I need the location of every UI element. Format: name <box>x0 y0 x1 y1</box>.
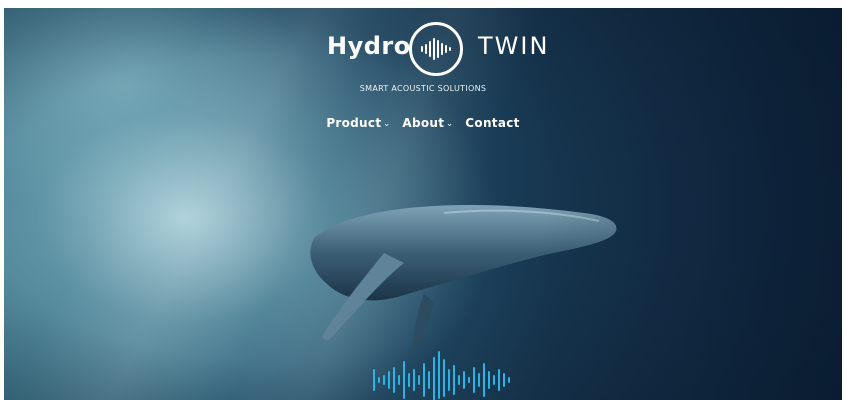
logo-text-hydro: Hydro <box>327 32 411 60</box>
soundwave-circle-icon <box>409 22 463 76</box>
nav-item-label: Product <box>326 116 382 130</box>
main-nav: Product ⌄ About ⌄ Contact <box>4 116 842 130</box>
hero-banner: Hydro TWIN SMART ACOUSTIC SOLUTIONS Prod… <box>4 8 842 400</box>
nav-item-label: Contact <box>465 116 520 130</box>
nav-item-product[interactable]: Product ⌄ <box>326 116 390 130</box>
chevron-down-icon: ⌄ <box>446 118 454 128</box>
soundwave-icon <box>373 351 510 400</box>
brand-logo[interactable]: Hydro TWIN SMART ACOUSTIC SOLUTIONS <box>4 20 842 93</box>
nav-item-about[interactable]: About ⌄ <box>402 116 453 130</box>
nav-item-contact[interactable]: Contact <box>465 116 519 130</box>
logo-text-twin: TWIN <box>478 32 550 60</box>
brand-tagline: SMART ACOUSTIC SOLUTIONS <box>359 84 487 93</box>
chevron-down-icon: ⌄ <box>383 118 391 128</box>
nav-item-label: About <box>402 116 445 130</box>
